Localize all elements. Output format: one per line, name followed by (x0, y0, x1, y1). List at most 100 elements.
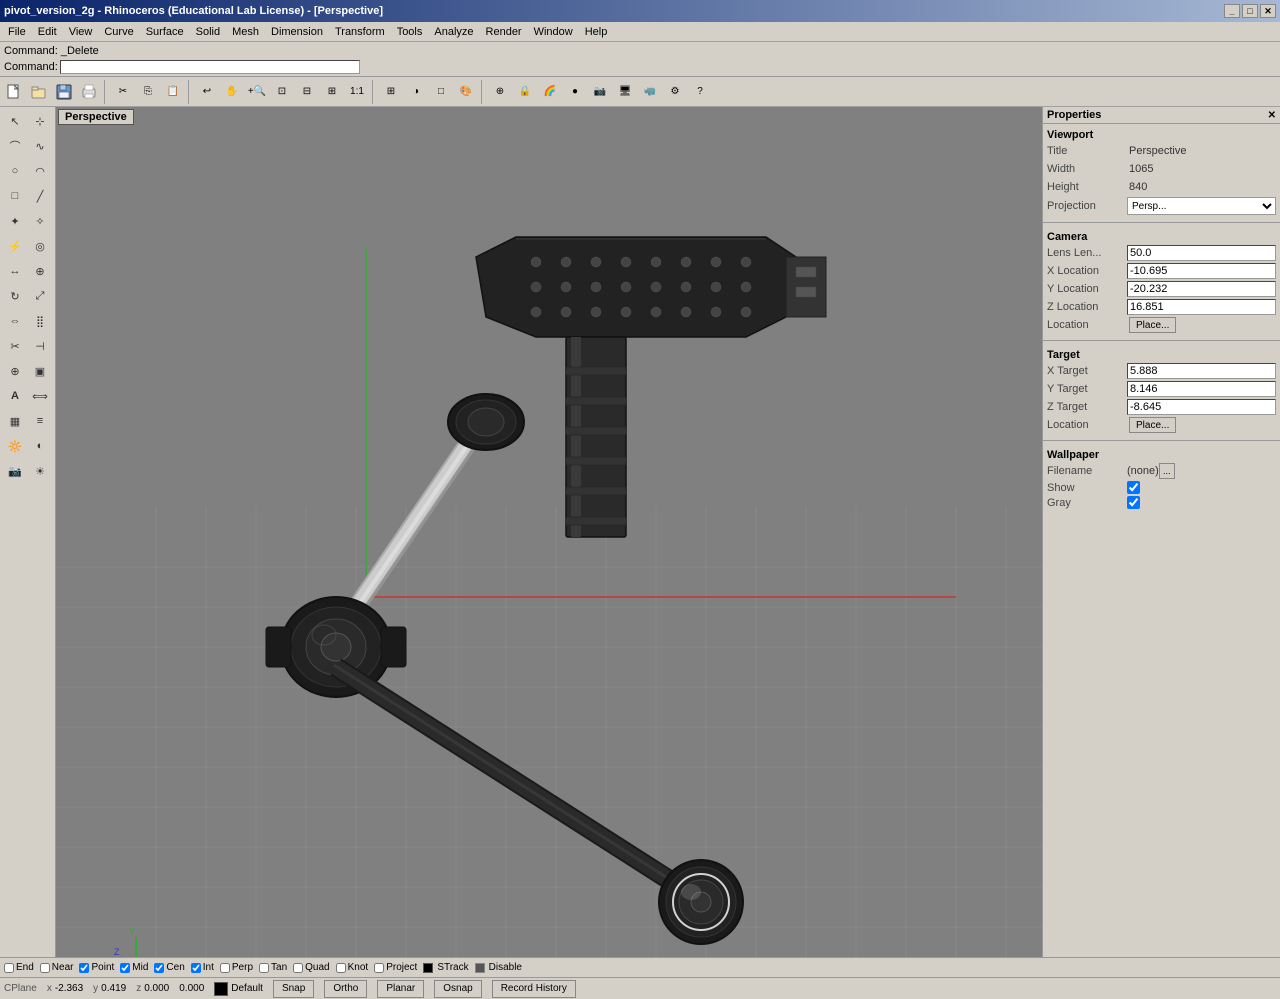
camera-tool[interactable]: 📷 (3, 459, 27, 483)
paste-btn[interactable]: 📋 (161, 80, 185, 104)
prop-browse-btn[interactable]: ... (1159, 463, 1175, 479)
prop-gray-checkbox[interactable] (1127, 496, 1140, 509)
polyline-tool[interactable]: ⌒ (3, 134, 27, 158)
menu-surface[interactable]: Surface (140, 24, 190, 40)
snap-strack[interactable]: STrack (423, 962, 468, 973)
snap-quad[interactable]: Quad (293, 962, 329, 973)
help-btn[interactable]: ? (688, 80, 712, 104)
menu-dimension[interactable]: Dimension (265, 24, 329, 40)
snap-point-check[interactable] (79, 963, 89, 973)
record-history-button[interactable]: Record History (492, 980, 576, 998)
join-tool[interactable]: ⊕ (3, 359, 27, 383)
menu-window[interactable]: Window (528, 24, 579, 40)
mirror-tool[interactable]: ⇔ (3, 309, 27, 333)
freeform-tool[interactable]: ∿ (28, 134, 52, 158)
prop-zloc-value[interactable]: 16.851 (1127, 299, 1276, 315)
scale-tool[interactable]: ⤢ (28, 284, 52, 308)
cut-btn[interactable]: ✂ (111, 80, 135, 104)
menu-solid[interactable]: Solid (190, 24, 226, 40)
menu-edit[interactable]: Edit (32, 24, 63, 40)
snap-end-check[interactable] (4, 963, 14, 973)
title-bar-controls[interactable]: _ □ ✕ (1224, 4, 1276, 18)
prop-lens-value[interactable]: 50.0 (1127, 245, 1276, 261)
open-btn[interactable] (27, 80, 51, 104)
menu-tools[interactable]: Tools (391, 24, 429, 40)
zoom-1to1-btn[interactable]: 1:1 (345, 80, 369, 104)
light-tool[interactable]: ☀ (28, 459, 52, 483)
copy-btn[interactable]: ⎘ (136, 80, 160, 104)
lock-btn[interactable]: 🔒 (513, 80, 537, 104)
snap-mid[interactable]: Mid (120, 962, 148, 973)
curvature-tool[interactable]: ◎ (28, 234, 52, 258)
prop-show-checkbox[interactable] (1127, 481, 1140, 494)
trim-tool[interactable]: ✂ (3, 334, 27, 358)
colors-btn[interactable]: 🌈 (538, 80, 562, 104)
prop-xtgt-value[interactable]: 5.888 (1127, 363, 1276, 379)
material-tool[interactable]: ◐ (28, 434, 52, 458)
display-btn[interactable]: 🖥 (613, 80, 637, 104)
menu-mesh[interactable]: Mesh (226, 24, 265, 40)
snap-grid-btn[interactable]: ⊕ (488, 80, 512, 104)
planar-button[interactable]: Planar (377, 980, 424, 998)
viewport-area[interactable]: Perspective (56, 107, 1042, 957)
print-btn[interactable] (77, 80, 101, 104)
dim-tool[interactable]: ⟺ (28, 384, 52, 408)
snap-cen-check[interactable] (154, 963, 164, 973)
menu-render[interactable]: Render (480, 24, 528, 40)
command-input[interactable] (60, 60, 360, 74)
snap-int-check[interactable] (191, 963, 201, 973)
snap-knot[interactable]: Knot (336, 962, 369, 973)
snap-near[interactable]: Near (40, 962, 74, 973)
snap-quad-check[interactable] (293, 963, 303, 973)
prop-yloc-value[interactable]: -20.232 (1127, 281, 1276, 297)
close-btn[interactable]: ✕ (1260, 4, 1276, 18)
rotate-tool[interactable]: ↻ (3, 284, 27, 308)
arc-tool[interactable]: ◠ (28, 159, 52, 183)
snap-knot-check[interactable] (336, 963, 346, 973)
snap-mid-check[interactable] (120, 963, 130, 973)
zoom-ext-btn[interactable]: ⊡ (270, 80, 294, 104)
zoom-sel-btn[interactable]: ⊟ (295, 80, 319, 104)
copy-tool[interactable]: ⊕ (28, 259, 52, 283)
snap-project-check[interactable] (374, 963, 384, 973)
snap-button[interactable]: Snap (273, 980, 314, 998)
undo-btn[interactable]: ↩ (195, 80, 219, 104)
group-tool[interactable]: ▣ (28, 359, 52, 383)
edit-pts-tool[interactable]: ✦ (3, 209, 27, 233)
ortho-button[interactable]: Ortho (324, 980, 367, 998)
text-tool[interactable]: A (3, 384, 27, 408)
prop-xloc-value[interactable]: -10.695 (1127, 263, 1276, 279)
plugin-btn[interactable]: ⚙ (663, 80, 687, 104)
pan-btn[interactable]: ✋ (220, 80, 244, 104)
prop-ztgt-value[interactable]: -8.645 (1127, 399, 1276, 415)
material-btn[interactable]: ● (563, 80, 587, 104)
menu-transform[interactable]: Transform (329, 24, 391, 40)
new-btn[interactable] (2, 80, 26, 104)
line-tool[interactable]: ╱ (28, 184, 52, 208)
properties-close-btn[interactable]: ✕ (1268, 110, 1276, 121)
render-btn[interactable]: 🎨 (454, 80, 478, 104)
wire-btn[interactable]: □ (429, 80, 453, 104)
snap-project[interactable]: Project (374, 962, 417, 973)
camera-btn[interactable]: 📷 (588, 80, 612, 104)
snap-perp[interactable]: Perp (220, 962, 253, 973)
zoom-in-btn[interactable]: +🔍 (245, 80, 269, 104)
layer-tool[interactable]: ≡ (28, 409, 52, 433)
snap-near-check[interactable] (40, 963, 50, 973)
select-all-tool[interactable]: ⊹ (28, 109, 52, 133)
grid-btn[interactable]: ⊞ (379, 80, 403, 104)
osnap-button[interactable]: Osnap (434, 980, 481, 998)
shade-btn[interactable]: ◑ (404, 80, 428, 104)
hatch-tool[interactable]: ▦ (3, 409, 27, 433)
snap-cen[interactable]: Cen (154, 962, 184, 973)
prop-ytgt-value[interactable]: 8.146 (1127, 381, 1276, 397)
split-tool[interactable]: ⊣ (28, 334, 52, 358)
analysis-tool[interactable]: ⚡ (3, 234, 27, 258)
prop-projection-select[interactable]: Persp... Parallel (1127, 197, 1276, 215)
rhino-logo-btn[interactable]: 🦏 (638, 80, 662, 104)
snap-disable[interactable]: Disable (475, 962, 522, 973)
menu-help[interactable]: Help (579, 24, 614, 40)
menu-curve[interactable]: Curve (98, 24, 139, 40)
prop-location-place-btn[interactable]: Place... (1129, 317, 1176, 333)
move-tool[interactable]: ↔ (3, 259, 27, 283)
